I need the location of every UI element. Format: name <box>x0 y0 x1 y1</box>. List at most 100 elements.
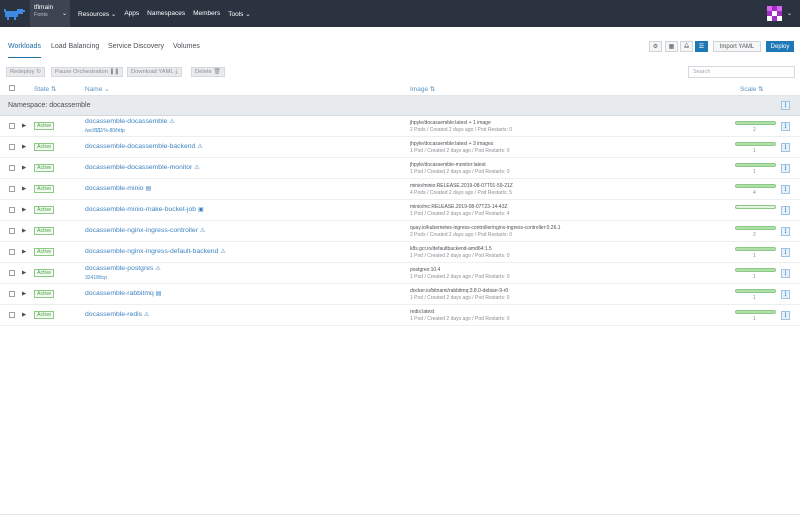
expand-icon[interactable]: ▶ <box>22 228 26 234</box>
user-avatar[interactable] <box>767 6 782 21</box>
row-checkbox[interactable] <box>9 270 15 276</box>
tab-service-discovery[interactable]: Service Discovery <box>108 43 164 50</box>
row-checkbox[interactable] <box>9 291 15 297</box>
expand-icon[interactable]: ▶ <box>22 207 26 213</box>
table-row[interactable]: ▶ Active docassemble-postgres ⚠ 32418/tcp… <box>0 263 800 284</box>
column-scale[interactable]: Scale ⇅ <box>740 85 764 93</box>
table-row[interactable]: ▶ Active docassemble-redis ⚠ redis:latest… <box>0 305 800 326</box>
search-input[interactable]: Search <box>688 66 795 78</box>
row-menu-icon[interactable]: ⋮ <box>781 122 790 131</box>
row-menu-icon[interactable]: ⋮ <box>781 290 790 299</box>
row-checkbox[interactable] <box>9 165 15 171</box>
row-checkbox[interactable] <box>9 207 15 213</box>
column-name[interactable]: Name ⌄ <box>85 85 110 93</box>
expand-icon[interactable]: ▶ <box>22 312 26 318</box>
row-menu-icon[interactable]: ⋮ <box>781 185 790 194</box>
pod-details: 1 Pod / Created 2 days ago / Pod Restart… <box>410 211 510 217</box>
column-state[interactable]: State ⇅ <box>34 85 56 93</box>
row-checkbox[interactable] <box>9 312 15 318</box>
workload-name-link[interactable]: docassemble-docassemble-backend ⚠ <box>85 143 203 150</box>
endpoint-link[interactable]: /wcl/$$1%-80/http <box>85 128 125 134</box>
node-view-icon[interactable]: ⧋ <box>680 41 693 52</box>
status-badge: Active <box>34 290 55 298</box>
scale-progress-bar <box>735 268 776 272</box>
pause-icon: ❚❚ <box>109 69 120 75</box>
namespace-menu-icon[interactable]: ⋮ <box>781 101 790 110</box>
lock-icon: ⚠ <box>155 266 161 272</box>
nav-namespaces[interactable]: Namespaces <box>147 10 185 17</box>
table-row[interactable]: ▶ Active docassemble-docassemble-backend… <box>0 137 800 158</box>
row-menu-icon[interactable]: ⋮ <box>781 206 790 215</box>
list-icon: ▤ <box>145 186 152 192</box>
lock-icon: ⚠ <box>199 228 206 234</box>
expand-icon[interactable]: ▶ <box>22 186 26 192</box>
nav-tools[interactable]: Tools ⌄ <box>228 10 250 18</box>
select-all-checkbox[interactable] <box>9 85 15 91</box>
tab-workloads[interactable]: Workloads <box>8 43 41 50</box>
pause-orchestration-button[interactable]: Pause Orchestration ❚❚ <box>51 67 124 77</box>
cluster-project-switcher[interactable]: tflmain Fonts ⌄ <box>30 0 70 27</box>
row-menu-icon[interactable]: ⋮ <box>781 248 790 257</box>
table-row[interactable]: ▶ Active docassemble-nginx-ingress-contr… <box>0 221 800 242</box>
table-row[interactable]: ▶ Active docassemble-minio-make-bucket-j… <box>0 200 800 221</box>
row-checkbox[interactable] <box>9 249 15 255</box>
tabs-row: Workloads Load Balancing Service Discove… <box>0 27 800 65</box>
workload-name-link[interactable]: docassemble-docassemble-monitor ⚠ <box>85 164 200 171</box>
workload-name-link[interactable]: docassemble-minio ▤ <box>85 185 151 192</box>
expand-icon[interactable]: ▶ <box>22 144 26 150</box>
scale-progress-bar <box>735 142 776 146</box>
pod-details: 4 Pods / Created 2 days ago / Pod Restar… <box>410 190 513 196</box>
workload-name-link[interactable]: docassemble-minio-make-bucket-job ▣ <box>85 206 204 213</box>
row-menu-icon[interactable]: ⋮ <box>781 143 790 152</box>
chevron-down-icon[interactable]: ⌄ <box>787 10 792 17</box>
list-view-icon[interactable]: ☰ <box>695 41 708 52</box>
deploy-button[interactable]: Deploy <box>766 41 794 52</box>
pod-details: 2 Pods / Created 2 days ago / Pod Restar… <box>410 232 513 238</box>
expand-icon[interactable]: ▶ <box>22 270 26 276</box>
row-checkbox[interactable] <box>9 228 15 234</box>
table-row[interactable]: ▶ Active docassemble-docassemble ⚠ /wcl/$… <box>0 116 800 137</box>
row-checkbox[interactable] <box>9 186 15 192</box>
tab-volumes[interactable]: Volumes <box>173 43 200 50</box>
delete-button[interactable]: Delete 🗑 <box>191 67 225 77</box>
rancher-logo-icon[interactable] <box>0 0 30 27</box>
download-yaml-button[interactable]: Download YAML ⤓ <box>127 67 182 77</box>
column-image[interactable]: Image ⇅ <box>410 85 435 93</box>
nav-resources[interactable]: Resources ⌄ <box>78 10 116 18</box>
import-yaml-button[interactable]: Import YAML <box>713 41 761 52</box>
row-menu-icon[interactable]: ⋮ <box>781 227 790 236</box>
scale-progress-bar <box>735 205 776 209</box>
row-checkbox[interactable] <box>9 144 15 150</box>
namespace-group-header: Namespace: docassemble ⋮ <box>0 96 800 116</box>
pod-details: 1 Pod / Created 2 days ago / Pod Restart… <box>410 169 510 175</box>
row-checkbox[interactable] <box>9 123 15 129</box>
table-row[interactable]: ▶ Active docassemble-minio ▤ minio/minio:… <box>0 179 800 200</box>
status-badge: Active <box>34 185 55 193</box>
nav-apps[interactable]: Apps <box>124 10 139 17</box>
expand-icon[interactable]: ▶ <box>22 249 26 255</box>
row-menu-icon[interactable]: ⋮ <box>781 164 790 173</box>
workload-name-link[interactable]: docassemble-rabbitmq ▤ <box>85 290 161 297</box>
expand-icon[interactable]: ▶ <box>22 291 26 297</box>
main-nav: Resources ⌄ Apps Namespaces Members Tool… <box>74 10 255 18</box>
table-row[interactable]: ▶ Active docassemble-docassemble-monitor… <box>0 158 800 179</box>
row-menu-icon[interactable]: ⋮ <box>781 311 790 320</box>
row-menu-icon[interactable]: ⋮ <box>781 269 790 278</box>
endpoint-link[interactable]: 32418/tcp <box>85 275 107 281</box>
redeploy-button[interactable]: Redeploy ↻ <box>6 67 45 77</box>
table-row[interactable]: ▶ Active docassemble-rabbitmq ▤ docker.io… <box>0 284 800 305</box>
scale-count: 1 <box>753 253 756 259</box>
workload-name-link[interactable]: docassemble-nginx-ingress-default-backen… <box>85 248 226 255</box>
grid-view-icon[interactable]: ▦ <box>665 41 678 52</box>
gear-icon[interactable]: ⚙ <box>649 41 662 52</box>
workload-name-link[interactable]: docassemble-redis ⚠ <box>85 311 149 318</box>
nav-members[interactable]: Members <box>193 10 220 17</box>
workload-name-link[interactable]: docassemble-postgres ⚠ <box>85 265 161 272</box>
expand-icon[interactable]: ▶ <box>22 123 26 129</box>
table-row[interactable]: ▶ Active docassemble-nginx-ingress-defau… <box>0 242 800 263</box>
tab-load-balancing[interactable]: Load Balancing <box>51 43 99 50</box>
expand-icon[interactable]: ▶ <box>22 165 26 171</box>
workload-name-link[interactable]: docassemble-nginx-ingress-controller ⚠ <box>85 227 205 234</box>
pod-details: 1 Pod / Created 2 days ago / Pod Restart… <box>410 295 510 301</box>
workload-name-link[interactable]: docassemble-docassemble ⚠ <box>85 118 175 125</box>
